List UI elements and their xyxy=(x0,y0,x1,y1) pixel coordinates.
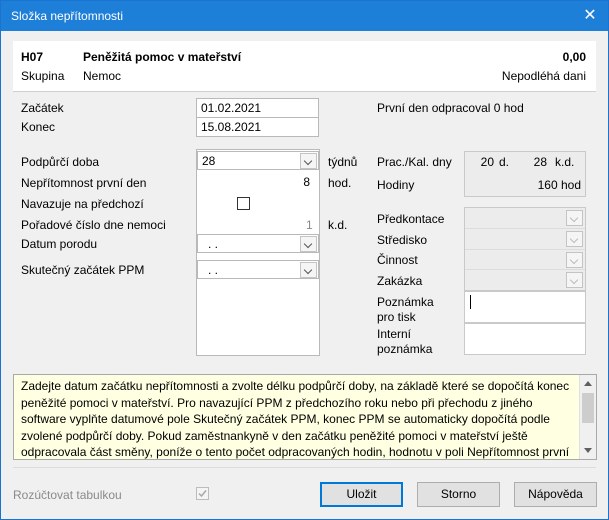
birth-date-combo[interactable]: . . xyxy=(197,234,319,253)
sick-day-order-label: Pořadové číslo dne nemoci xyxy=(21,218,166,232)
print-note-label-2: pro tisk xyxy=(377,310,416,324)
stats-panel: 20 d. 28 k.d. 160 hod xyxy=(464,151,586,197)
start-date-field[interactable]: 01.02.2021 xyxy=(196,98,319,118)
internal-note-field[interactable] xyxy=(464,323,586,355)
internal-note-label-2: poznámka xyxy=(377,342,433,356)
start-label: Začátek xyxy=(21,101,64,115)
help-button[interactable]: Nápověda xyxy=(514,482,597,507)
absence-amount: 0,00 xyxy=(562,50,586,64)
hours-value: 160 hod xyxy=(537,178,581,192)
cinnost-label: Činnost xyxy=(377,253,418,267)
allocate-checkbox[interactable] xyxy=(196,487,209,500)
absence-first-day-value: 8 xyxy=(303,175,310,189)
sick-day-order-unit: k.d. xyxy=(328,218,348,232)
work-days-value: 20 xyxy=(480,155,494,169)
text-caret xyxy=(470,295,471,309)
predkontace-dropdown-icon[interactable] xyxy=(566,210,583,226)
end-date-field[interactable]: 15.08.2021 xyxy=(196,117,319,137)
absence-code: H07 xyxy=(21,50,44,64)
info-scrollbar[interactable] xyxy=(579,375,596,459)
print-note-label-1: Poznámka xyxy=(377,295,434,309)
stredisko-label: Středisko xyxy=(377,233,428,247)
scroll-down-icon[interactable] xyxy=(584,448,592,453)
zakazka-combo[interactable] xyxy=(465,270,585,290)
support-period-label: Podpůrčí doba xyxy=(21,155,100,169)
check-icon xyxy=(198,490,207,498)
absence-first-day-label: Nepřítomnost první den xyxy=(21,176,147,190)
support-period-value: 28 xyxy=(202,154,216,168)
zakazka-dropdown-icon[interactable] xyxy=(566,272,583,288)
help-info-text: Zadejte datum začátku nepřítomnosti a zv… xyxy=(21,379,570,460)
scroll-up-icon[interactable] xyxy=(584,381,592,386)
end-date-value: 15.08.2021 xyxy=(201,120,262,134)
stredisko-dropdown-icon[interactable] xyxy=(566,231,583,247)
close-icon[interactable]: ✕ xyxy=(580,6,600,26)
cinnost-dropdown-icon[interactable] xyxy=(566,252,583,268)
title-bar[interactable]: Složka nepřítomnosti ✕ xyxy=(1,1,608,31)
absence-name: Peněžitá pomoc v mateřství xyxy=(83,50,242,64)
allocate-label: Rozúčtovat tabulkou xyxy=(13,488,122,502)
absence-first-day-field[interactable]: 8 xyxy=(198,173,318,192)
zakazka-label: Zakázka xyxy=(377,274,423,288)
birth-date-label: Datum porodu xyxy=(21,237,98,251)
follows-previous-checkbox[interactable] xyxy=(237,197,250,210)
birth-date-value: . . xyxy=(208,237,219,251)
support-period-combo[interactable]: 28 xyxy=(197,151,319,170)
header-separator xyxy=(13,91,596,92)
save-button[interactable]: Uložit xyxy=(320,482,403,507)
first-day-note: První den odpracoval 0 hod xyxy=(377,101,524,115)
birth-date-dropdown-icon[interactable] xyxy=(300,236,317,252)
ppm-start-label: Skutečný začátek PPM xyxy=(21,263,145,277)
start-date-value: 01.02.2021 xyxy=(201,101,262,115)
cinnost-combo[interactable] xyxy=(465,250,585,270)
support-period-dropdown-icon[interactable] xyxy=(300,153,317,169)
cancel-button[interactable]: Storno xyxy=(417,482,500,507)
scroll-thumb[interactable] xyxy=(582,393,594,423)
cal-days-unit: k.d. xyxy=(555,155,575,169)
cal-days-value: 28 xyxy=(533,155,547,169)
ppm-start-combo[interactable]: . . xyxy=(197,260,319,279)
group-value: Nemoc xyxy=(83,69,122,83)
window-title: Složka nepřítomnosti xyxy=(11,9,124,23)
group-label: Skupina xyxy=(21,69,65,83)
footer-separator xyxy=(13,467,596,468)
follows-previous-label: Navazuje na předchozí xyxy=(21,197,144,211)
dialog-window: Složka nepřítomnosti ✕ H07 Peněžitá pomo… xyxy=(0,0,609,520)
accounting-panel xyxy=(464,207,586,291)
work-days-label: Prac./Kal. dny xyxy=(377,155,452,169)
help-info-box: Zadejte datum začátku nepřítomnosti a zv… xyxy=(13,374,597,460)
predkontace-combo[interactable] xyxy=(465,208,585,229)
internal-note-label-1: Interní xyxy=(377,327,412,341)
tax-status: Nepodléhá dani xyxy=(501,69,586,83)
header-panel: H07 Peněžitá pomoc v mateřství 0,00 Skup… xyxy=(13,41,596,91)
ppm-start-dropdown-icon[interactable] xyxy=(300,262,317,278)
ppm-start-value: . . xyxy=(208,263,219,277)
stredisko-combo[interactable] xyxy=(465,229,585,250)
predkontace-label: Předkontace xyxy=(377,212,445,226)
support-period-unit: týdnů xyxy=(328,155,358,169)
end-label: Konec xyxy=(21,120,56,134)
sick-day-order-value: 1 xyxy=(306,218,313,232)
absence-first-day-unit: hod. xyxy=(328,176,352,190)
hours-label: Hodiny xyxy=(377,178,415,192)
work-days-unit: d. xyxy=(499,155,510,169)
print-note-field[interactable] xyxy=(464,291,586,323)
